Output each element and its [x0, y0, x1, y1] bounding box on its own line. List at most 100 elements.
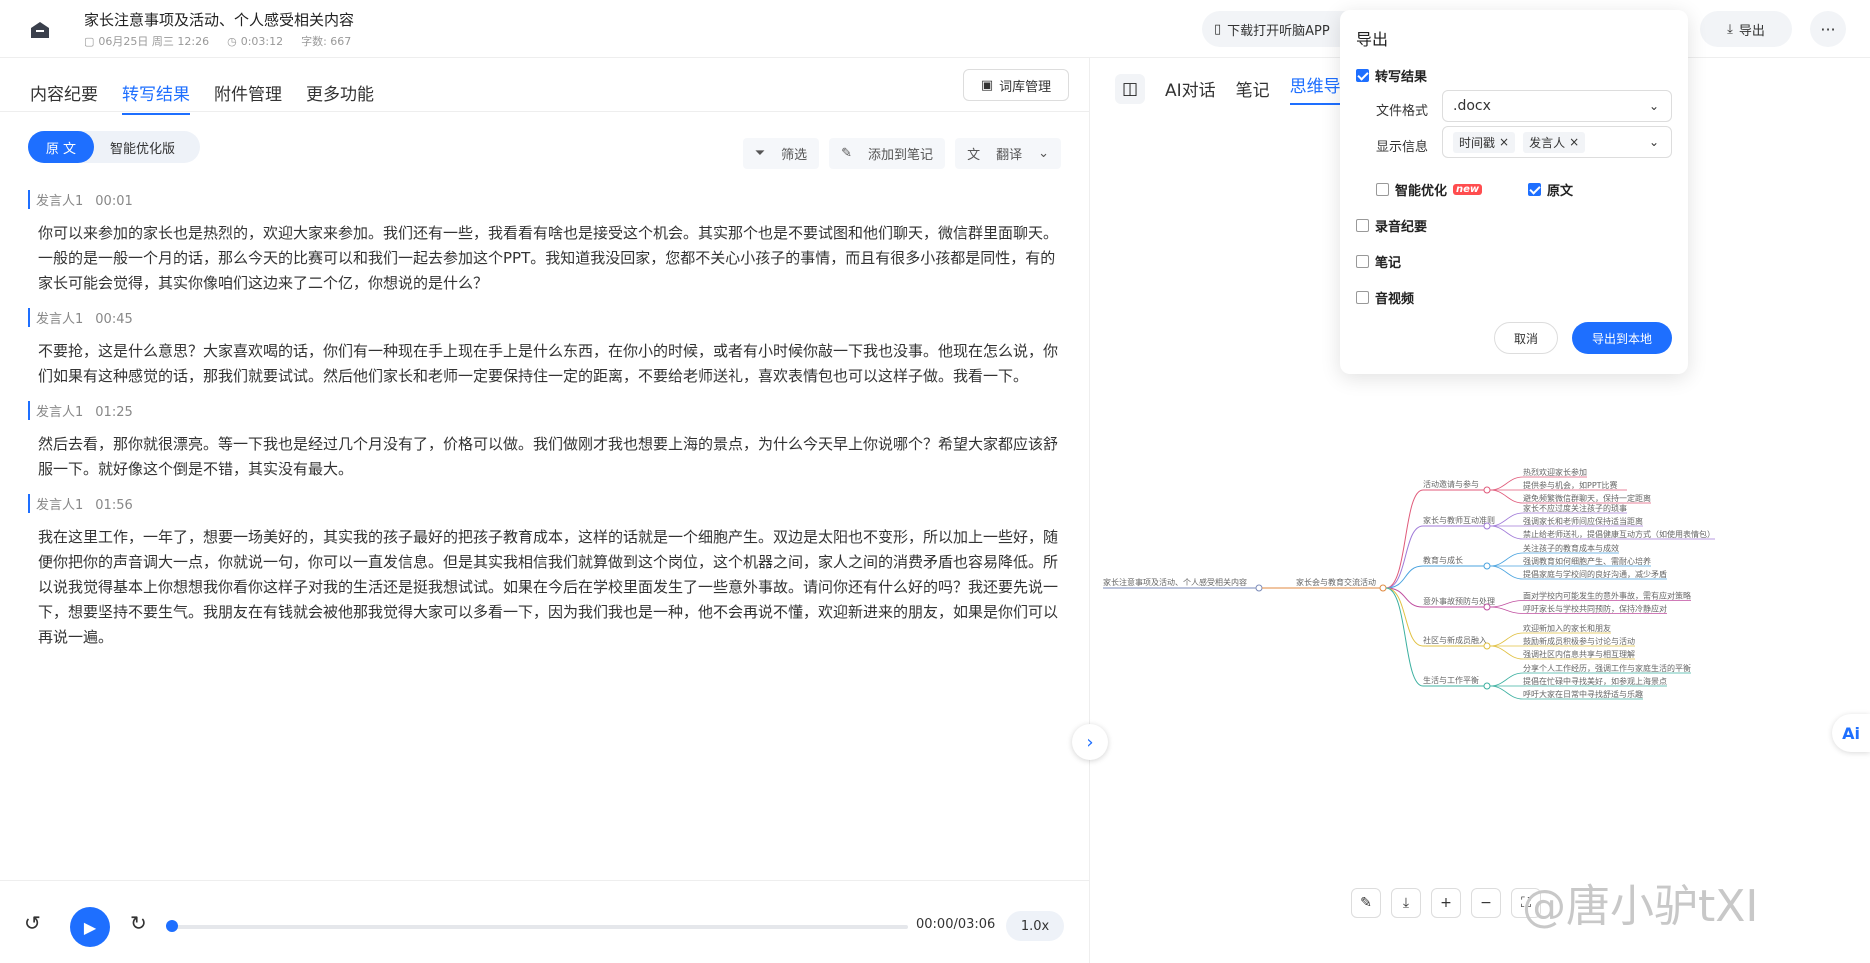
- mindmap-leaf-node: 避免频繁微信群聊天，保持一定距离: [1523, 493, 1651, 503]
- format-label: 文件格式: [1376, 104, 1429, 119]
- mindmap-leaf-node: 关注孩子的教育成本与成效: [1523, 543, 1619, 553]
- speed-button[interactable]: 1.0x: [1006, 911, 1064, 941]
- rewind-icon[interactable]: ↺: [24, 911, 41, 935]
- mindmap-branch-node: 意外事故预防与处理: [1423, 596, 1495, 606]
- mindmap-link: [1489, 552, 1524, 567]
- transcript-panel: 内容纪要 转写结果 附件管理 更多功能 ▣ 词库管理 原 文 智能优化版 ⏷ 筛选…: [0, 58, 1090, 963]
- export-local-button[interactable]: 导出到本地: [1572, 322, 1672, 354]
- chevron-down-icon: ⌄: [1648, 99, 1659, 113]
- play-icon: ▶: [83, 917, 97, 937]
- add-note-button[interactable]: ✎ 添加到笔记: [829, 138, 946, 169]
- calendar-icon: ▢: [84, 34, 95, 48]
- speaker-label: 发言人1 00:45: [28, 308, 1058, 327]
- segment-text[interactable]: 我在这里工作，一年了，想要一场美好的，其实我的孩子最好的把孩子教育成本，这样的话…: [28, 525, 1058, 650]
- speaker-label: 发言人1 00:01: [28, 190, 1058, 209]
- filter-button[interactable]: ⏷ 筛选: [742, 138, 820, 169]
- play-button[interactable]: ▶: [70, 907, 110, 947]
- more-icon: ···: [1820, 19, 1836, 39]
- tab-notes[interactable]: 笔记: [1236, 76, 1270, 101]
- pen-icon[interactable]: ✎: [1351, 888, 1381, 918]
- zoom-in-icon[interactable]: +: [1431, 888, 1461, 918]
- transcript-segment: 发言人1 01:56 我在这里工作，一年了，想要一场美好的，其实我的孩子最好的把孩…: [28, 494, 1058, 650]
- transcript-checkbox[interactable]: 转写结果: [1356, 66, 1427, 85]
- tag-timestamp: 时间戳 ×: [1453, 131, 1516, 153]
- filter-icon: ⏷: [748, 143, 772, 164]
- home-button[interactable]: [22, 14, 58, 46]
- mindmap-link: [1489, 476, 1524, 491]
- display-label: 显示信息: [1376, 140, 1429, 155]
- smart-optimize-checkbox[interactable]: 智能优化 new: [1376, 180, 1483, 199]
- mindmap-link: [1385, 489, 1424, 589]
- document-meta: ▢ 06月25日 周三 12:26 ◷ 0:03:12 字数: 667: [84, 33, 351, 49]
- app-window: 家长注意事项及活动、个人感受相关内容 ▢ 06月25日 周三 12:26 ◷ 0:0…: [0, 0, 1870, 963]
- mindmap-canvas[interactable]: 家长注意事项及活动、个人感受相关内容 家长会与教育交流活动 活动邀请与参与 热烈欢迎家…: [1091, 388, 1870, 748]
- av-checkbox[interactable]: 音视频: [1356, 288, 1414, 307]
- tab-attachments[interactable]: 附件管理: [214, 80, 282, 115]
- export-button[interactable]: ⤓ 导出: [1700, 11, 1792, 47]
- transcript-segment: 发言人1 00:45 不要抢，这是什么意思？大家喜欢喝的话，你们有一种现在手上现在…: [28, 308, 1058, 389]
- document-title: 家长注意事项及活动、个人感受相关内容: [84, 11, 355, 29]
- mindmap-leaf-node: 强调社区内信息共享与相互理解: [1523, 649, 1635, 659]
- progress-handle[interactable]: [166, 920, 178, 932]
- original-view-button[interactable]: 原 文: [28, 131, 94, 163]
- segment-text[interactable]: 然后去看，那你就很漂亮。等一下我也是经过几个月没有了，价格可以做。我们做刚才我也…: [28, 432, 1058, 482]
- translate-button[interactable]: 文翻译 ⌄: [955, 138, 1061, 169]
- mindmap-branch-node: 生活与工作平衡: [1423, 675, 1479, 685]
- mindmap-leaf-node: 家长不应过度关注孩子的琐事: [1523, 503, 1627, 513]
- mindmap-node-dot: [1255, 584, 1263, 592]
- mindmap-leaf-node: 禁止给老师送礼，提倡健康互动方式（如使用表情包）: [1523, 529, 1715, 539]
- chevron-down-icon: ⌄: [1032, 143, 1055, 164]
- notes-checkbox[interactable]: 笔记: [1356, 252, 1401, 271]
- progress-track[interactable]: [172, 925, 908, 929]
- mindmap-node-dot: [1483, 522, 1491, 530]
- display-select[interactable]: 时间戳 × 发言人 × ⌄: [1442, 126, 1672, 158]
- tab-transcript[interactable]: 转写结果: [122, 80, 190, 115]
- download-icon: ⤓: [1727, 21, 1733, 37]
- forward-icon[interactable]: ↻: [130, 911, 147, 935]
- mindmap-link: [1489, 685, 1524, 700]
- mindmap-link: [1489, 606, 1524, 614]
- watermark: @唐小驴tXI: [1522, 881, 1759, 932]
- mindmap-link: [1489, 645, 1524, 660]
- playback-time: 00:00/03:06: [916, 917, 996, 932]
- tab-mindmap[interactable]: 思维导: [1289, 72, 1341, 105]
- zoom-out-icon[interactable]: −: [1471, 888, 1501, 918]
- mindmap-toolbar: ✎ ⤓ + − ⛶: [1351, 888, 1541, 918]
- mindmap-node-dot: [1483, 562, 1491, 570]
- segment-text[interactable]: 不要抢，这是什么意思？大家喜欢喝的话，你们有一种现在手上现在手上是什么东西，在你…: [28, 339, 1058, 389]
- tab-ai-chat[interactable]: AI对话: [1165, 76, 1216, 101]
- duration-meta: ◷ 0:03:12: [227, 34, 284, 48]
- panel-toggle-icon[interactable]: ◫: [1115, 73, 1145, 104]
- mindmap-node-dot: [1483, 642, 1491, 650]
- mindmap-leaf-node: 强调教育如何细胞产生、需耐心培养: [1523, 556, 1651, 566]
- mindmap-leaf-node: 提倡在忙碌中寻找美好，如参观上海景点: [1523, 676, 1667, 686]
- mindmap-leaf-node: 呼吁大家在日常中寻找舒适与乐趣: [1523, 689, 1643, 699]
- cancel-button[interactable]: 取消: [1494, 322, 1558, 354]
- mindmap-link: [1385, 587, 1424, 687]
- mindmap-leaf-node: 热烈欢迎家长参加: [1523, 467, 1587, 477]
- summary-checkbox[interactable]: 录音纪要: [1356, 216, 1427, 235]
- tag-speaker: 发言人 ×: [1523, 131, 1586, 153]
- mindmap-node-dot: [1483, 486, 1491, 494]
- mindmap-leaf-node: 面对学校内可能发生的意外事故，需有应对策略: [1523, 591, 1691, 601]
- format-select[interactable]: .docx ⌄: [1442, 90, 1672, 122]
- clock-icon: ◷: [227, 34, 237, 48]
- download-icon[interactable]: ⤓: [1391, 888, 1421, 918]
- ai-assistant-button[interactable]: Ai: [1832, 714, 1870, 752]
- transcript-tools: ⏷ 筛选 ✎ 添加到笔记 文翻译 ⌄: [742, 138, 1061, 169]
- transcript-list: 发言人1 00:01 你可以来参加的家长也是热烈的，欢迎大家来参加。我们还有一些，…: [28, 190, 1058, 662]
- close-icon[interactable]: ×: [1569, 135, 1579, 149]
- mindmap-leaf-node: 呼吁家长与学校共同预防，保持冷静应对: [1523, 604, 1667, 614]
- checkbox-icon: [1356, 219, 1369, 232]
- close-icon[interactable]: ×: [1499, 135, 1509, 149]
- tab-summary[interactable]: 内容纪要: [30, 80, 98, 115]
- word-count: 字数: 667: [301, 35, 352, 48]
- edit-icon: ✎: [835, 143, 859, 164]
- original-checkbox[interactable]: 原文: [1528, 180, 1573, 199]
- optimized-view-button[interactable]: 智能优化版: [94, 138, 175, 157]
- more-button[interactable]: ···: [1810, 11, 1846, 47]
- mindmap-node-dot: [1483, 603, 1491, 611]
- segment-text[interactable]: 你可以来参加的家长也是热烈的，欢迎大家来参加。我们还有一些，我看看有啥也是接受这…: [28, 221, 1058, 296]
- lexicon-button[interactable]: ▣ 词库管理: [963, 69, 1069, 101]
- tab-more[interactable]: 更多功能: [306, 80, 374, 115]
